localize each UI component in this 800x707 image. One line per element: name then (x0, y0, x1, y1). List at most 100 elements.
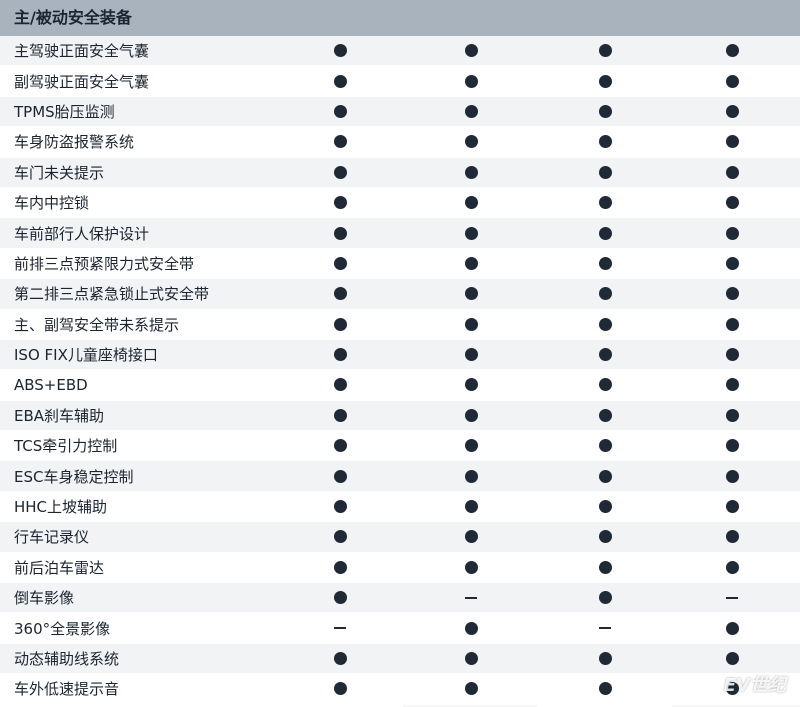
feature-cell (320, 127, 360, 156)
feature-cell (585, 583, 625, 612)
standard-dot-icon (725, 560, 739, 574)
standard-dot-icon (333, 591, 347, 605)
feature-cell (320, 188, 360, 217)
feature-cell (451, 66, 491, 95)
feature-cell (320, 97, 360, 126)
table-row: 副驾驶正面安全气囊 (0, 66, 800, 97)
table-row: 主驾驶正面安全气囊 (0, 36, 800, 67)
feature-cell (320, 401, 360, 430)
feature-cell (451, 553, 491, 582)
row-label: 行车记录仪 (14, 528, 90, 547)
standard-dot-icon (333, 348, 347, 362)
feature-cell (712, 97, 752, 126)
standard-dot-icon (333, 104, 347, 118)
section-title: 主/被动安全装备 (14, 8, 132, 27)
feature-cell (451, 310, 491, 339)
spec-table: 主驾驶正面安全气囊 副驾驶正面安全气囊 TPMS胎压监测 车身防盗报警系统 车门未关提示… (0, 36, 800, 705)
table-row: 倒车影像 (0, 583, 800, 614)
standard-dot-icon (598, 348, 612, 362)
feature-cell (712, 613, 752, 642)
feature-cell (585, 340, 625, 369)
feature-cell (451, 401, 491, 430)
standard-dot-icon (725, 378, 739, 392)
feature-cell (585, 127, 625, 156)
table-row: TCS牵引力控制 (0, 431, 800, 462)
standard-dot-icon (464, 256, 478, 270)
feature-cell (320, 340, 360, 369)
standard-dot-icon (464, 439, 478, 453)
feature-cell (585, 461, 625, 490)
feature-cell (320, 370, 360, 399)
standard-dot-icon (464, 44, 478, 58)
feature-cell (451, 644, 491, 673)
feature-cell (320, 310, 360, 339)
standard-dot-icon (464, 560, 478, 574)
standard-dot-icon (598, 104, 612, 118)
feature-cell (712, 127, 752, 156)
standard-dot-icon (725, 104, 739, 118)
feature-cell (451, 340, 491, 369)
feature-cell (585, 310, 625, 339)
standard-dot-icon (725, 652, 739, 665)
feature-cell (451, 127, 491, 156)
standard-dot-icon (464, 621, 478, 635)
standard-dot-icon (725, 317, 739, 331)
feature-cell (451, 583, 491, 612)
standard-dot-icon (598, 74, 612, 88)
feature-cell (585, 492, 625, 521)
feature-cell (585, 249, 625, 278)
standard-dot-icon (598, 196, 612, 210)
standard-dot-icon (725, 165, 739, 179)
feature-cell (585, 158, 625, 187)
row-label: 主、副驾安全带未系提示 (14, 315, 180, 334)
standard-dot-icon (464, 104, 478, 118)
standard-dot-icon (464, 682, 478, 696)
feature-cell (585, 431, 625, 460)
feature-cell (320, 644, 360, 673)
standard-dot-icon (333, 378, 347, 392)
standard-dot-icon (598, 256, 612, 270)
row-label: 副驾驶正面安全气囊 (14, 72, 150, 91)
feature-cell (451, 97, 491, 126)
standard-dot-icon (464, 317, 478, 331)
standard-dot-icon (725, 44, 739, 58)
feature-cell (320, 36, 360, 65)
feature-cell (712, 340, 752, 369)
row-label: 倒车影像 (14, 589, 75, 608)
row-label: 车外低速提示音 (14, 680, 120, 699)
feature-cell (451, 613, 491, 642)
feature-cell (712, 522, 752, 551)
feature-cell (320, 279, 360, 308)
standard-dot-icon (333, 196, 347, 210)
feature-cell (585, 188, 625, 217)
standard-dot-icon (464, 469, 478, 483)
row-label: 车内中控锁 (14, 194, 90, 213)
feature-cell (585, 674, 625, 703)
feature-cell (320, 522, 360, 551)
table-row: 前排三点预紧限力式安全带 (0, 248, 800, 280)
standard-dot-icon (725, 408, 739, 422)
row-label: 360°全景影像 (14, 619, 111, 638)
row-label: 车身防盗报警系统 (14, 133, 135, 152)
feature-cell (451, 279, 491, 308)
feature-cell (712, 644, 752, 673)
standard-dot-icon (333, 135, 347, 149)
standard-dot-icon (464, 500, 478, 514)
standard-dot-icon (464, 287, 478, 301)
standard-dot-icon (464, 378, 478, 392)
table-row: 车身防盗报警系统 (0, 127, 800, 158)
standard-dot-icon (598, 560, 612, 574)
standard-dot-icon (598, 287, 612, 301)
standard-dot-icon (598, 44, 612, 58)
table-row: 360°全景影像 (0, 613, 800, 644)
table-row: 行车记录仪 (0, 522, 800, 553)
standard-dot-icon (598, 408, 612, 422)
standard-dot-icon (464, 226, 478, 240)
row-label: ABS+EBD (14, 375, 88, 394)
standard-dot-icon (725, 135, 739, 149)
standard-dot-icon (333, 408, 347, 422)
feature-cell (585, 522, 625, 551)
feature-cell (712, 279, 752, 308)
table-row: ABS+EBD (0, 370, 800, 401)
feature-cell (585, 644, 625, 673)
